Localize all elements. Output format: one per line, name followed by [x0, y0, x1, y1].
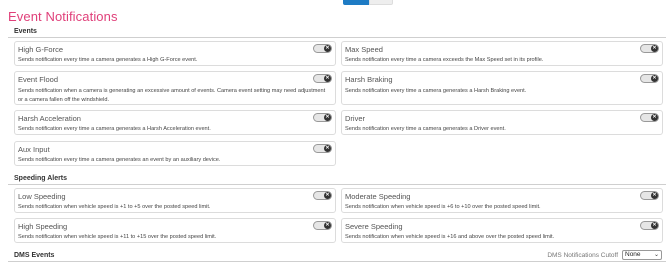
speeding-description: Sends notification when vehicle speed is… — [345, 234, 555, 240]
speeding-card-severe: Severe Speeding Sends notification when … — [341, 218, 663, 243]
event-description: Sends notification when a camera is gene… — [18, 88, 326, 103]
notification-toggle[interactable]: ✕ — [313, 44, 332, 53]
event-name: High G-Force — [18, 45, 64, 54]
event-card-aux-input: Aux Input Sends notification every time … — [14, 141, 336, 166]
event-card-max-speed: Max Speed Sends notification every time … — [341, 41, 663, 66]
notification-toggle[interactable]: ✕ — [313, 221, 332, 230]
event-description: Sends notification every time a camera e… — [345, 57, 544, 63]
speeding-name: Low Speeding — [18, 192, 66, 201]
section-divider — [8, 37, 666, 38]
event-card-driver: Driver Sends notification every time a c… — [341, 110, 663, 135]
toggle-off-x-icon: ✕ — [651, 114, 658, 121]
dms-cutoff-select[interactable]: None ⌄ — [622, 250, 662, 260]
dms-cutoff-control: DMS Notifications Cutoff None ⌄ — [547, 250, 662, 260]
section-divider — [8, 184, 666, 185]
toggle-off-x-icon: ✕ — [324, 145, 331, 152]
event-card-harsh-acceleration: Harsh Acceleration Sends notification ev… — [14, 110, 336, 135]
dms-cutoff-value: None — [625, 251, 641, 258]
event-description: Sends notification every time a camera g… — [18, 157, 221, 163]
event-card-high-g-force: High G-Force Sends notification every ti… — [14, 41, 336, 66]
event-card-harsh-braking: Harsh Braking Sends notification every t… — [341, 71, 663, 105]
event-name: Event Flood — [18, 75, 59, 84]
top-view-switch — [343, 0, 393, 5]
event-description: Sends notification every time a camera g… — [18, 126, 211, 132]
toggle-off-x-icon: ✕ — [324, 75, 331, 82]
speeding-description: Sends notification when vehicle speed is… — [18, 204, 211, 210]
speeding-description: Sends notification when vehicle speed is… — [18, 234, 217, 240]
speeding-description: Sends notification when vehicle speed is… — [345, 204, 541, 210]
notification-toggle[interactable]: ✕ — [640, 113, 659, 122]
event-name: Harsh Acceleration — [18, 114, 81, 123]
speeding-name: Moderate Speeding — [345, 192, 411, 201]
speeding-name: Severe Speeding — [345, 222, 403, 231]
page-title: Event Notifications — [8, 9, 118, 24]
speeding-name: High Speeding — [18, 222, 68, 231]
toggle-off-x-icon: ✕ — [324, 114, 331, 121]
toggle-off-x-icon: ✕ — [324, 45, 331, 52]
notification-toggle[interactable]: ✕ — [313, 74, 332, 83]
speeding-card-high: High Speeding Sends notification when ve… — [14, 218, 336, 243]
toggle-off-x-icon: ✕ — [324, 222, 331, 229]
speeding-card-low: Low Speeding Sends notification when veh… — [14, 188, 336, 213]
event-description: Sends notification every time a camera g… — [18, 57, 198, 63]
event-name: Max Speed — [345, 45, 383, 54]
dms-cutoff-label: DMS Notifications Cutoff — [547, 251, 618, 259]
event-description: Sends notification every time a camera g… — [345, 88, 527, 94]
toggle-off-x-icon: ✕ — [324, 192, 331, 199]
event-name: Aux Input — [18, 145, 50, 154]
section-divider — [8, 261, 666, 262]
notification-toggle[interactable]: ✕ — [640, 191, 659, 200]
notification-toggle[interactable]: ✕ — [640, 221, 659, 230]
section-header-speeding-alerts: Speeding Alerts — [14, 175, 68, 182]
notification-toggle[interactable]: ✕ — [313, 191, 332, 200]
section-header-dms-events: DMS Events — [14, 252, 55, 259]
notification-toggle[interactable]: ✕ — [313, 144, 332, 153]
toggle-off-x-icon: ✕ — [651, 222, 658, 229]
event-description: Sends notification every time a camera g… — [345, 126, 506, 132]
notification-toggle[interactable]: ✕ — [640, 44, 659, 53]
toggle-off-x-icon: ✕ — [651, 45, 658, 52]
event-card-event-flood: Event Flood Sends notification when a ca… — [14, 71, 336, 105]
notification-toggle[interactable]: ✕ — [313, 113, 332, 122]
event-name: Harsh Braking — [345, 75, 393, 84]
section-header-events: Events — [14, 28, 37, 35]
view-toggle-inactive[interactable] — [369, 0, 393, 5]
toggle-off-x-icon: ✕ — [651, 192, 658, 199]
notification-toggle[interactable]: ✕ — [640, 74, 659, 83]
event-name: Driver — [345, 114, 365, 123]
toggle-off-x-icon: ✕ — [651, 75, 658, 82]
view-toggle-active[interactable] — [343, 0, 369, 5]
chevron-down-icon: ⌄ — [653, 252, 659, 258]
speeding-card-moderate: Moderate Speeding Sends notification whe… — [341, 188, 663, 213]
